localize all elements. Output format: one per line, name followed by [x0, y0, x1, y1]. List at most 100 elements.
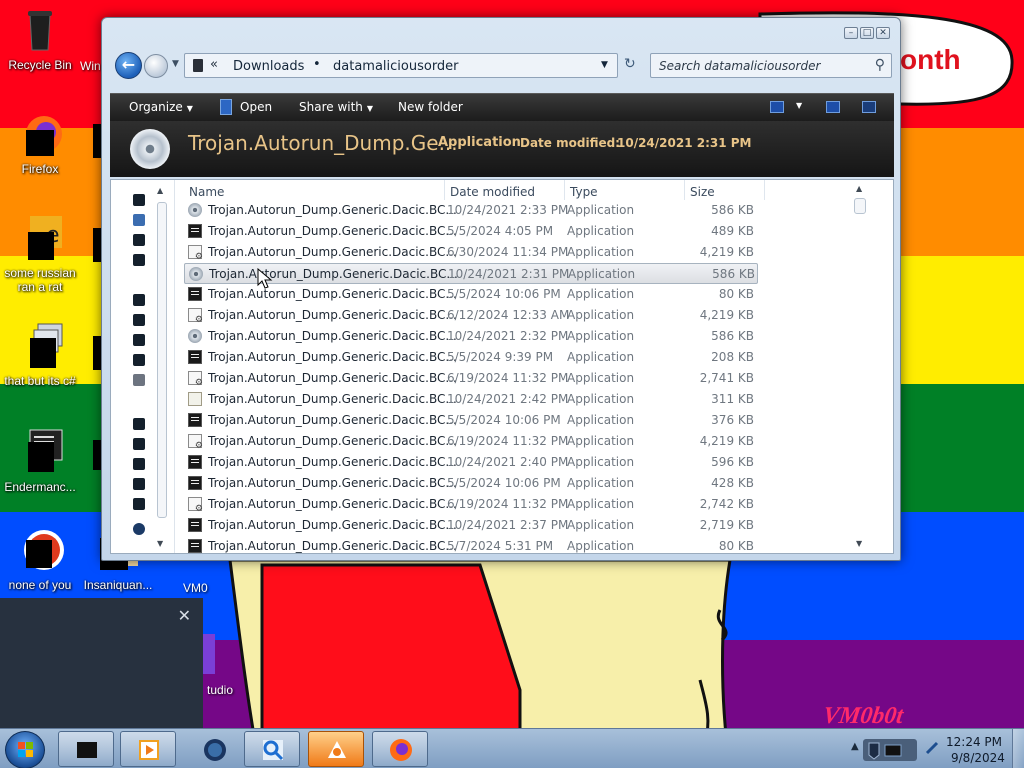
file-list-scroll-thumb[interactable] [854, 198, 866, 214]
search-icon[interactable]: ⚲ [875, 57, 885, 73]
scroll-down-icon[interactable]: ▼ [157, 539, 163, 548]
details-date-value: 10/24/2021 2:31 PM [617, 136, 752, 150]
preview-pane-icon[interactable] [826, 101, 840, 113]
file-row[interactable]: Trojan.Autorun_Dump.Generic.Dacic.BC... 1… [184, 326, 758, 347]
column-header-date[interactable]: Date modified [450, 185, 535, 199]
file-name: Trojan.Autorun_Dump.Generic.Dacic.BC... [208, 245, 457, 259]
nav-item-icon[interactable] [133, 294, 145, 306]
navigation-pane[interactable]: ▲ ▼ [111, 180, 175, 553]
breadcrumb-separator-icon[interactable]: • [313, 57, 321, 72]
desktop-icon-endermanc[interactable]: Endermanc... [0, 428, 80, 494]
back-button[interactable]: ← [115, 52, 142, 79]
nav-item-icon[interactable] [133, 214, 145, 226]
breadcrumb-downloads[interactable]: Downloads [233, 59, 304, 74]
nav-item-icon[interactable] [133, 458, 145, 470]
column-header-name[interactable]: Name [189, 185, 224, 199]
network-icon[interactable] [925, 741, 939, 755]
organize-button[interactable]: Organize ▼ [129, 100, 193, 114]
column-divider[interactable] [564, 180, 565, 200]
desktop-icon-some-russian-ran-a-rat[interactable]: e some russian ran a rat [0, 214, 80, 294]
file-size: 586 KB [711, 203, 754, 217]
desktop-icon-that-but-its-csharp[interactable]: that but its c# [0, 322, 80, 388]
scroll-up-icon[interactable]: ▲ [157, 186, 163, 195]
column-header-type[interactable]: Type [570, 185, 598, 199]
file-row[interactable]: Trojan.Autorun_Dump.Generic.Dacic.BC... 5… [184, 410, 758, 431]
taskbar-app-avast[interactable] [308, 731, 364, 767]
help-icon[interactable] [862, 101, 876, 113]
explorer-window[interactable]: – □ ✕ ← ▼ « Downloads • datamaliciousord… [101, 17, 901, 561]
maximize-button[interactable]: □ [860, 27, 874, 39]
show-hidden-icons-icon[interactable]: ▲ [851, 741, 859, 752]
refresh-icon[interactable]: ↻ [624, 56, 636, 72]
close-button[interactable]: ✕ [876, 27, 890, 39]
nav-item-icon[interactable] [133, 254, 145, 266]
view-options-chevron-icon[interactable]: ▼ [796, 101, 802, 110]
nav-item-icon[interactable] [133, 234, 145, 246]
network-icon[interactable] [133, 523, 145, 535]
nav-item-icon[interactable] [133, 498, 145, 510]
file-list[interactable]: Name Date modified Type Size Trojan.Auto… [181, 180, 871, 553]
clock-time[interactable]: 12:24 PM [946, 735, 1002, 749]
file-row[interactable]: Trojan.Autorun_Dump.Generic.Dacic.BC... 5… [184, 536, 758, 553]
column-divider[interactable] [684, 180, 685, 200]
file-type: Application [567, 434, 635, 448]
column-divider[interactable] [764, 180, 765, 200]
nav-item-icon[interactable] [133, 334, 145, 346]
forward-button[interactable] [144, 54, 168, 78]
nav-item-icon[interactable] [133, 354, 145, 366]
column-divider[interactable] [444, 180, 445, 200]
address-bar[interactable]: « Downloads • datamaliciousorder ▼ [184, 53, 618, 78]
taskbar-app-search[interactable] [244, 731, 300, 767]
file-row[interactable]: Trojan.Autorun_Dump.Generic.Dacic.BC... 5… [184, 221, 758, 242]
file-row[interactable]: Trojan.Autorun_Dump.Generic.Dacic.BC...6… [184, 431, 758, 452]
new-folder-button[interactable]: New folder [398, 100, 463, 114]
nav-item-icon[interactable] [133, 418, 145, 430]
recent-pages-dropdown-icon[interactable]: ▼ [172, 59, 179, 69]
installer-icon [188, 308, 203, 325]
nav-item-icon[interactable] [133, 194, 145, 206]
nav-item-icon[interactable] [133, 438, 145, 450]
file-row[interactable]: Trojan.Autorun_Dump.Generic.Dacic.BC... 1… [184, 200, 758, 221]
show-desktop-button[interactable] [1012, 729, 1024, 768]
notification-flyout[interactable]: ✕ [0, 598, 203, 728]
scroll-up-icon[interactable]: ▲ [856, 184, 862, 193]
column-header-size[interactable]: Size [690, 185, 715, 199]
file-row[interactable]: Trojan.Autorun_Dump.Generic.Dacic.BC... 1… [184, 452, 758, 473]
address-dropdown-icon[interactable]: ▼ [601, 60, 608, 70]
breadcrumb-current-folder[interactable]: datamaliciousorder [333, 59, 459, 74]
nav-item-icon[interactable] [133, 478, 145, 490]
close-icon[interactable]: ✕ [178, 606, 191, 625]
file-name: Trojan.Autorun_Dump.Generic.Dacic.BC... [208, 224, 457, 238]
file-list-scrollbar[interactable]: ▲ ▼ [853, 184, 867, 548]
desktop-icon-none-of-you[interactable]: none of you [0, 526, 80, 592]
minimize-button[interactable]: – [844, 27, 858, 39]
scroll-down-icon[interactable]: ▼ [856, 539, 862, 548]
nav-item-icon[interactable] [133, 314, 145, 326]
start-button[interactable] [5, 731, 45, 768]
file-row[interactable]: Trojan.Autorun_Dump.Generic.Dacic.BC...6… [184, 305, 758, 326]
nav-item-icon[interactable] [133, 374, 145, 386]
desktop-icon-firefox[interactable]: Firefox [0, 110, 80, 176]
change-view-icon[interactable] [770, 101, 784, 113]
file-row[interactable]: Trojan.Autorun_Dump.Generic.Dacic.BC...6… [184, 368, 758, 389]
breadcrumb-overflow-icon[interactable]: « [210, 57, 218, 72]
file-row[interactable]: Trojan.Autorun_Dump.Generic.Dacic.BC...6… [184, 494, 758, 515]
taskbar-app-terminal[interactable] [58, 731, 114, 767]
taskbar-app-media-player[interactable] [120, 731, 176, 767]
file-row[interactable]: Trojan.Autorun_Dump.Generic.Dacic.BC...6… [184, 242, 758, 263]
taskbar-app-globe[interactable] [186, 731, 242, 767]
nav-pane-scroll-thumb[interactable] [157, 202, 167, 518]
folder-icon [193, 59, 203, 72]
share-with-button[interactable]: Share with ▼ [299, 100, 373, 114]
taskbar-app-firefox[interactable] [372, 731, 428, 767]
nav-pane-scrollbar[interactable]: ▲ ▼ [156, 186, 168, 548]
file-row[interactable]: Trojan.Autorun_Dump.Generic.Dacic.BC... 1… [184, 515, 758, 536]
open-button[interactable]: Open [240, 100, 272, 114]
file-row[interactable]: Trojan.Autorun_Dump.Generic.Dacic.BC... 5… [184, 347, 758, 368]
clock-date[interactable]: 9/8/2024 [951, 751, 1005, 765]
file-row[interactable]: Trojan.Autorun_Dump.Generic.Dacic.BC... 1… [184, 389, 758, 410]
search-input[interactable]: Search datamaliciousorder ⚲ [650, 53, 892, 78]
desktop-icon-label: Endermanc... [4, 480, 76, 494]
file-row[interactable]: Trojan.Autorun_Dump.Generic.Dacic.BC... 5… [184, 473, 758, 494]
desktop-icon-recycle-bin[interactable]: Recycle Bin [0, 6, 80, 72]
